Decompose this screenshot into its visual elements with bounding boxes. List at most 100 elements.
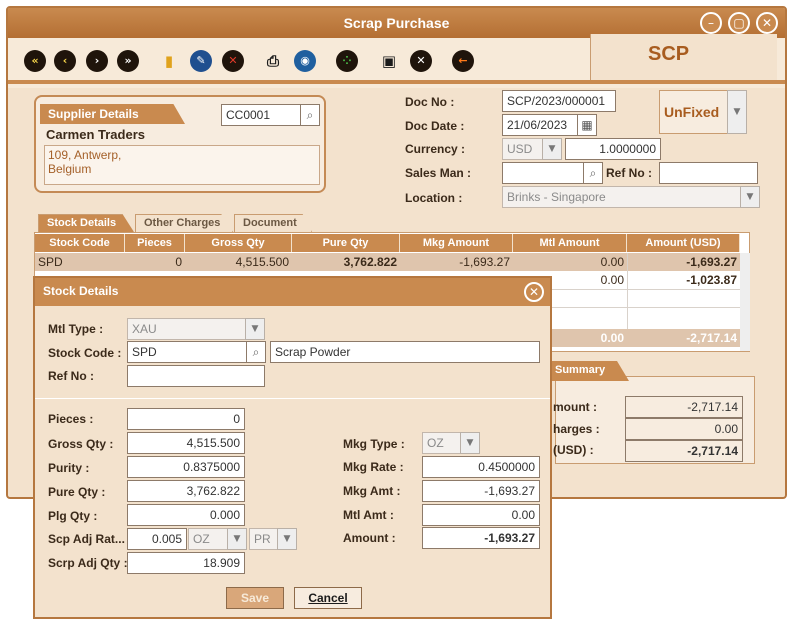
grid-header-mkg-amount[interactable]: Mkg Amount	[400, 234, 513, 252]
purity-field[interactable]: 0.8375000	[127, 456, 245, 478]
table-cell: 3,762.822	[343, 255, 397, 269]
table-cell: -1,693.27	[459, 255, 510, 269]
mkg-amt-field[interactable]: -1,693.27	[422, 480, 540, 502]
maximize-icon[interactable]: ▢	[728, 12, 750, 34]
previous-record-icon[interactable]: ‹	[54, 50, 76, 72]
save-button[interactable]: Save	[226, 587, 284, 609]
toolbar-divider	[8, 80, 785, 84]
location-select[interactable]: Brinks - Singapore	[502, 186, 742, 208]
scp-adj-unit1-select[interactable]: OZ	[188, 528, 228, 550]
screen-code: SCP	[648, 43, 690, 65]
table-cell: 4,515.500	[235, 255, 289, 269]
tab-other-charges[interactable]: Other Charges	[135, 214, 233, 232]
grid-header-amount[interactable]: Amount (USD)	[627, 234, 740, 252]
stock-code-label: Stock Code :	[48, 346, 122, 360]
grid-scrollbar[interactable]	[740, 253, 750, 351]
mtl-type-dropdown-icon[interactable]: ▼	[245, 318, 265, 340]
table-cell: -1,693.27	[686, 255, 737, 269]
last-record-icon[interactable]: »	[117, 50, 139, 72]
grid-icon[interactable]: ⁘	[336, 50, 358, 72]
supplier-address-line2: Belgium	[48, 162, 92, 176]
mkg-type-dropdown-icon[interactable]: ▼	[460, 432, 480, 454]
scp-adj-rate-label: Scp Adj Rat...	[48, 532, 125, 546]
supplier-search-icon[interactable]: ⌕	[300, 104, 320, 126]
mkg-type-select[interactable]: OZ	[422, 432, 462, 454]
table-cell: SPD	[38, 255, 63, 269]
currency-rate-field[interactable]: 1.0000000	[565, 138, 661, 160]
supplier-address-line1: 109, Antwerp,	[48, 148, 122, 162]
fix-status-select[interactable]: UnFixed	[659, 90, 729, 134]
supplier-code-field[interactable]: CC0001	[221, 104, 301, 126]
delete-icon[interactable]: ✕	[222, 50, 244, 72]
first-record-icon[interactable]: «	[24, 50, 46, 72]
plg-qty-field[interactable]: 0.000	[127, 504, 245, 526]
sales-man-search-icon[interactable]: ⌕	[583, 162, 603, 184]
mtl-type-label: Mtl Type :	[48, 322, 104, 336]
plg-qty-label: Plg Qty :	[48, 509, 98, 523]
amount-label: Amount :	[343, 531, 396, 545]
next-record-icon[interactable]: ›	[86, 50, 108, 72]
window-title: Scrap Purchase	[343, 15, 450, 31]
doc-no-field[interactable]: SCP/2023/000001	[502, 90, 616, 112]
minimize-icon[interactable]: –	[700, 12, 722, 34]
stock-description-field[interactable]: Scrap Powder	[270, 341, 540, 363]
gross-qty-field[interactable]: 4,515.500	[127, 432, 245, 454]
amount-field[interactable]: -1,693.27	[422, 527, 540, 549]
tab-document[interactable]: Document	[234, 214, 312, 232]
sales-man-label: Sales Man :	[405, 166, 472, 180]
cancel-button[interactable]: Cancel	[294, 587, 362, 609]
search-icon[interactable]: ◉	[294, 50, 316, 72]
mtl-amt-field[interactable]: 0.00	[422, 504, 540, 526]
mtl-type-select[interactable]: XAU	[127, 318, 247, 340]
stock-code-search-icon[interactable]: ⌕	[246, 341, 266, 363]
grid-header-pure-qty[interactable]: Pure Qty	[292, 234, 400, 252]
scp-adj-unit2-select[interactable]: PR	[249, 528, 279, 550]
dialog-close-icon[interactable]: ✕	[524, 282, 544, 302]
summary-value: -2,717.14	[625, 440, 743, 462]
ref-no-label: Ref No :	[606, 166, 652, 180]
scp-adj-rate-field[interactable]: 0.005	[127, 528, 187, 550]
currency-dropdown-icon[interactable]: ▼	[542, 138, 562, 160]
clear-icon[interactable]: ✕	[410, 50, 432, 72]
scp-adj-unit2-dropdown-icon[interactable]: ▼	[277, 528, 297, 550]
calendar-icon[interactable]: ▦	[577, 114, 597, 136]
scrp-adj-qty-field[interactable]: 18.909	[127, 552, 245, 574]
doc-date-field[interactable]: 21/06/2023	[502, 114, 578, 136]
pure-qty-label: Pure Qty :	[48, 485, 106, 499]
tab-stock-details[interactable]: Stock Details	[38, 214, 134, 232]
summary-tab[interactable]: Summary	[549, 361, 629, 381]
pure-qty-field[interactable]: 3,762.822	[127, 480, 245, 502]
ref-no-field[interactable]	[659, 162, 758, 184]
folder-icon[interactable]: ▮	[158, 50, 180, 72]
doc-no-label: Doc No :	[405, 95, 455, 109]
print-icon[interactable]: ⎙	[262, 50, 284, 72]
supplier-name: Carmen Traders	[46, 127, 145, 142]
mkg-rate-field[interactable]: 0.4500000	[422, 456, 540, 478]
grid-total-amount: -2,717.14	[686, 331, 737, 345]
scrp-adj-qty-label: Scrp Adj Qty :	[48, 556, 128, 570]
grid-header-mtl-amount[interactable]: Mtl Amount	[513, 234, 627, 252]
mkg-amt-label: Mkg Amt :	[343, 484, 401, 498]
dialog-title: Stock Details	[43, 284, 119, 298]
sales-man-field[interactable]	[502, 162, 584, 184]
pieces-field[interactable]: 0	[127, 408, 245, 430]
dialog-ref-no-field[interactable]	[127, 365, 265, 387]
currency-select[interactable]: USD	[502, 138, 544, 160]
table-cell: 0.00	[600, 255, 624, 269]
save-icon[interactable]: ▣	[378, 50, 400, 72]
dialog-section-divider	[35, 398, 550, 399]
scp-adj-unit1-dropdown-icon[interactable]: ▼	[227, 528, 247, 550]
close-icon[interactable]: ✕	[756, 12, 778, 34]
grid-header-pieces[interactable]: Pieces	[125, 234, 185, 252]
exit-icon[interactable]: ←	[452, 50, 474, 72]
table-cell: -1,023.87	[686, 273, 737, 287]
stock-code-field[interactable]: SPD	[127, 341, 247, 363]
edit-icon[interactable]: ✎	[190, 50, 212, 72]
purity-label: Purity :	[48, 461, 90, 475]
pieces-label: Pieces :	[48, 412, 94, 426]
location-dropdown-icon[interactable]: ▼	[740, 186, 760, 208]
fix-status-dropdown-icon[interactable]: ▼	[727, 90, 747, 134]
mtl-amt-label: Mtl Amt :	[343, 508, 394, 522]
grid-header-gross-qty[interactable]: Gross Qty	[185, 234, 292, 252]
grid-header-stock-code[interactable]: Stock Code	[35, 234, 125, 252]
